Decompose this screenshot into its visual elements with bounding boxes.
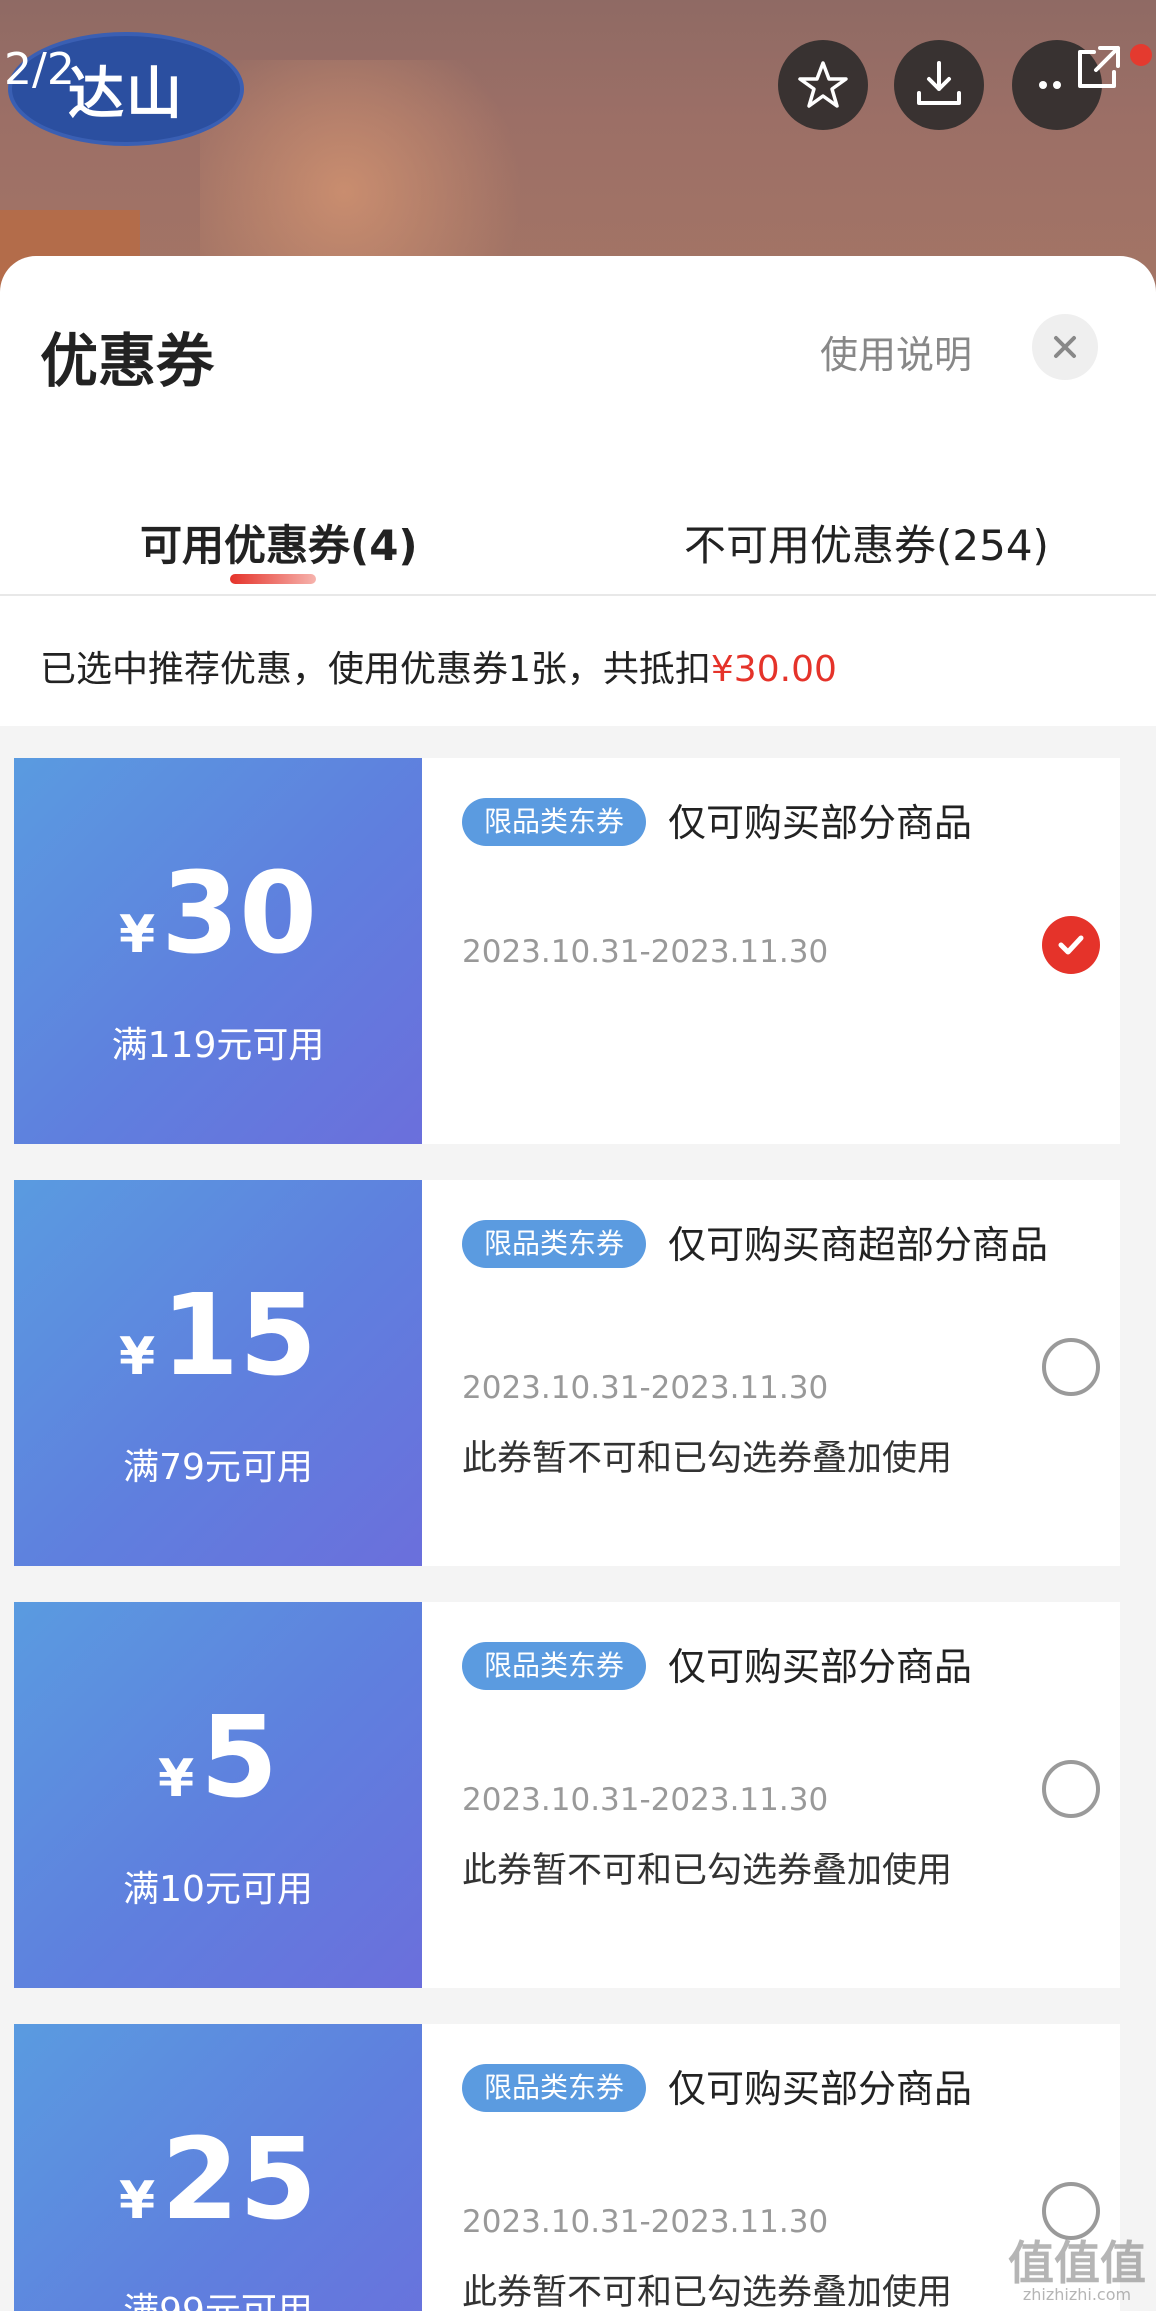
coupon-amount-value: 15 bbox=[161, 1271, 318, 1401]
tab-available-coupons[interactable]: 可用优惠券(4) bbox=[140, 512, 418, 573]
download-button[interactable] bbox=[894, 40, 984, 130]
yen-symbol: ¥ bbox=[157, 1749, 195, 1809]
share-button[interactable] bbox=[1058, 28, 1138, 108]
coupon-amount: ¥5 bbox=[14, 1702, 422, 1814]
share-icon bbox=[1078, 46, 1120, 88]
coupon-value-panel: ¥15 满79元可用 bbox=[6, 1180, 422, 1566]
tab-unavailable-coupons[interactable]: 不可用优惠券(254) bbox=[684, 512, 1049, 573]
coupon-value-panel: ¥30 满119元可用 bbox=[6, 758, 422, 1144]
coupon-category-tag: 限品类东券 bbox=[462, 798, 647, 846]
coupon-stacking-note: 此券暂不可和已勾选券叠加使用 bbox=[462, 2273, 953, 2311]
coupon-select-radio[interactable] bbox=[1042, 916, 1100, 974]
coupon-amount: ¥15 bbox=[14, 1280, 422, 1392]
checkmark-icon bbox=[1058, 935, 1084, 955]
coupon-stacking-note: 此券暂不可和已勾选券叠加使用 bbox=[462, 1439, 953, 1479]
coupon-list: ¥30 满119元可用 限品类东券 仅可购买部分商品 2023.10.31-20… bbox=[0, 726, 1156, 2311]
coupon-name: 仅可购买部分商品 bbox=[668, 2067, 973, 2111]
coupon-select-radio[interactable] bbox=[1042, 2182, 1100, 2240]
coupon-validity-dates: 2023.10.31-2023.11.30 bbox=[462, 1370, 829, 1406]
coupon-stacking-note: 此券暂不可和已勾选券叠加使用 bbox=[462, 1851, 953, 1891]
usage-instructions-link[interactable]: 使用说明 bbox=[820, 324, 972, 379]
coupon-category-tag: 限品类东券 bbox=[462, 1220, 647, 1268]
summary-label: 已选中推荐优惠，使用优惠券1张，共抵扣 bbox=[40, 649, 711, 690]
selection-summary: 已选中推荐优惠，使用优惠券1张，共抵扣¥30.00 bbox=[0, 596, 1156, 726]
yen-symbol: ¥ bbox=[118, 905, 156, 965]
watermark-sub: zhizhizhi.com bbox=[1022, 2285, 1132, 2304]
watermark-main: 值值值 bbox=[1008, 2236, 1146, 2290]
coupon-tabs: 可用优惠券(4) 不可用优惠券(254) bbox=[0, 476, 1156, 596]
coupon-validity-dates: 2023.10.31-2023.11.30 bbox=[462, 1782, 829, 1818]
coupon-details: 限品类东券 仅可购买部分商品 2023.10.31-2023.11.30 bbox=[422, 758, 1120, 1144]
coupon-sheet: 优惠券 使用说明 可用优惠券(4) 不可用优惠券(254) 已选中推荐优惠，使用… bbox=[0, 256, 1156, 2311]
download-icon bbox=[917, 61, 961, 105]
coupon-category-tag: 限品类东券 bbox=[462, 1642, 647, 1690]
close-icon bbox=[1054, 336, 1076, 358]
coupon-validity-dates: 2023.10.31-2023.11.30 bbox=[462, 934, 829, 970]
close-button[interactable] bbox=[1032, 314, 1098, 380]
coupon-threshold: 满10元可用 bbox=[123, 1869, 313, 1910]
favorite-button[interactable] bbox=[778, 40, 868, 130]
yen-symbol: ¥ bbox=[118, 2171, 156, 2231]
summary-text: 已选中推荐优惠，使用优惠券1张，共抵扣¥30.00 bbox=[40, 640, 837, 692]
coupon-threshold: 满99元可用 bbox=[14, 2282, 422, 2311]
summary-amount: ¥30.00 bbox=[710, 649, 837, 690]
coupon-card[interactable]: ¥25 满99元可用 限品类东券 仅可购买部分商品 2023.10.31-202… bbox=[6, 2024, 1120, 2311]
backdrop-product-glow bbox=[200, 60, 560, 280]
sheet-title: 优惠券 bbox=[40, 327, 215, 395]
coupon-amount: ¥25 bbox=[14, 2124, 422, 2236]
active-tab-indicator bbox=[230, 574, 316, 584]
coupon-amount: ¥30 bbox=[14, 858, 422, 970]
star-icon bbox=[798, 61, 848, 108]
coupon-value-panel: ¥5 满10元可用 bbox=[6, 1602, 422, 1988]
coupon-card[interactable]: ¥30 满119元可用 限品类东券 仅可购买部分商品 2023.10.31-20… bbox=[6, 758, 1120, 1144]
coupon-threshold: 满119元可用 bbox=[111, 1025, 325, 1066]
coupon-value-panel: ¥25 满99元可用 bbox=[6, 2024, 422, 2311]
coupon-threshold: 满79元可用 bbox=[123, 1447, 313, 1488]
coupon-card[interactable]: ¥5 满10元可用 限品类东券 仅可购买部分商品 2023.10.31-2023… bbox=[6, 1602, 1120, 1988]
coupon-name: 仅可购买部分商品 bbox=[668, 801, 973, 845]
coupon-validity-dates: 2023.10.31-2023.11.30 bbox=[462, 2204, 829, 2240]
site-watermark: 值值值 zhizhizhi.com bbox=[1002, 2240, 1152, 2306]
coupon-amount-value: 30 bbox=[161, 849, 318, 979]
page-indicator: 2/2 bbox=[4, 44, 75, 95]
yen-symbol: ¥ bbox=[118, 1327, 156, 1387]
coupon-amount-value: 25 bbox=[161, 2115, 318, 2245]
coupon-select-radio[interactable] bbox=[1042, 1760, 1100, 1818]
coupon-select-radio[interactable] bbox=[1042, 1338, 1100, 1396]
coupon-card[interactable]: ¥15 满79元可用 限品类东券 仅可购买商超部分商品 2023.10.31-2… bbox=[6, 1180, 1120, 1566]
coupon-name: 仅可购买部分商品 bbox=[668, 1645, 973, 1689]
coupon-category-tag: 限品类东券 bbox=[462, 2064, 647, 2112]
coupon-details: 限品类东券 仅可购买商超部分商品 2023.10.31-2023.11.30 此… bbox=[422, 1180, 1120, 1566]
notification-badge bbox=[1130, 44, 1152, 66]
coupon-name: 仅可购买商超部分商品 bbox=[668, 1223, 1049, 1267]
coupon-amount-value: 5 bbox=[200, 1693, 279, 1823]
coupon-details: 限品类东券 仅可购买部分商品 2023.10.31-2023.11.30 此券暂… bbox=[422, 1602, 1120, 1988]
